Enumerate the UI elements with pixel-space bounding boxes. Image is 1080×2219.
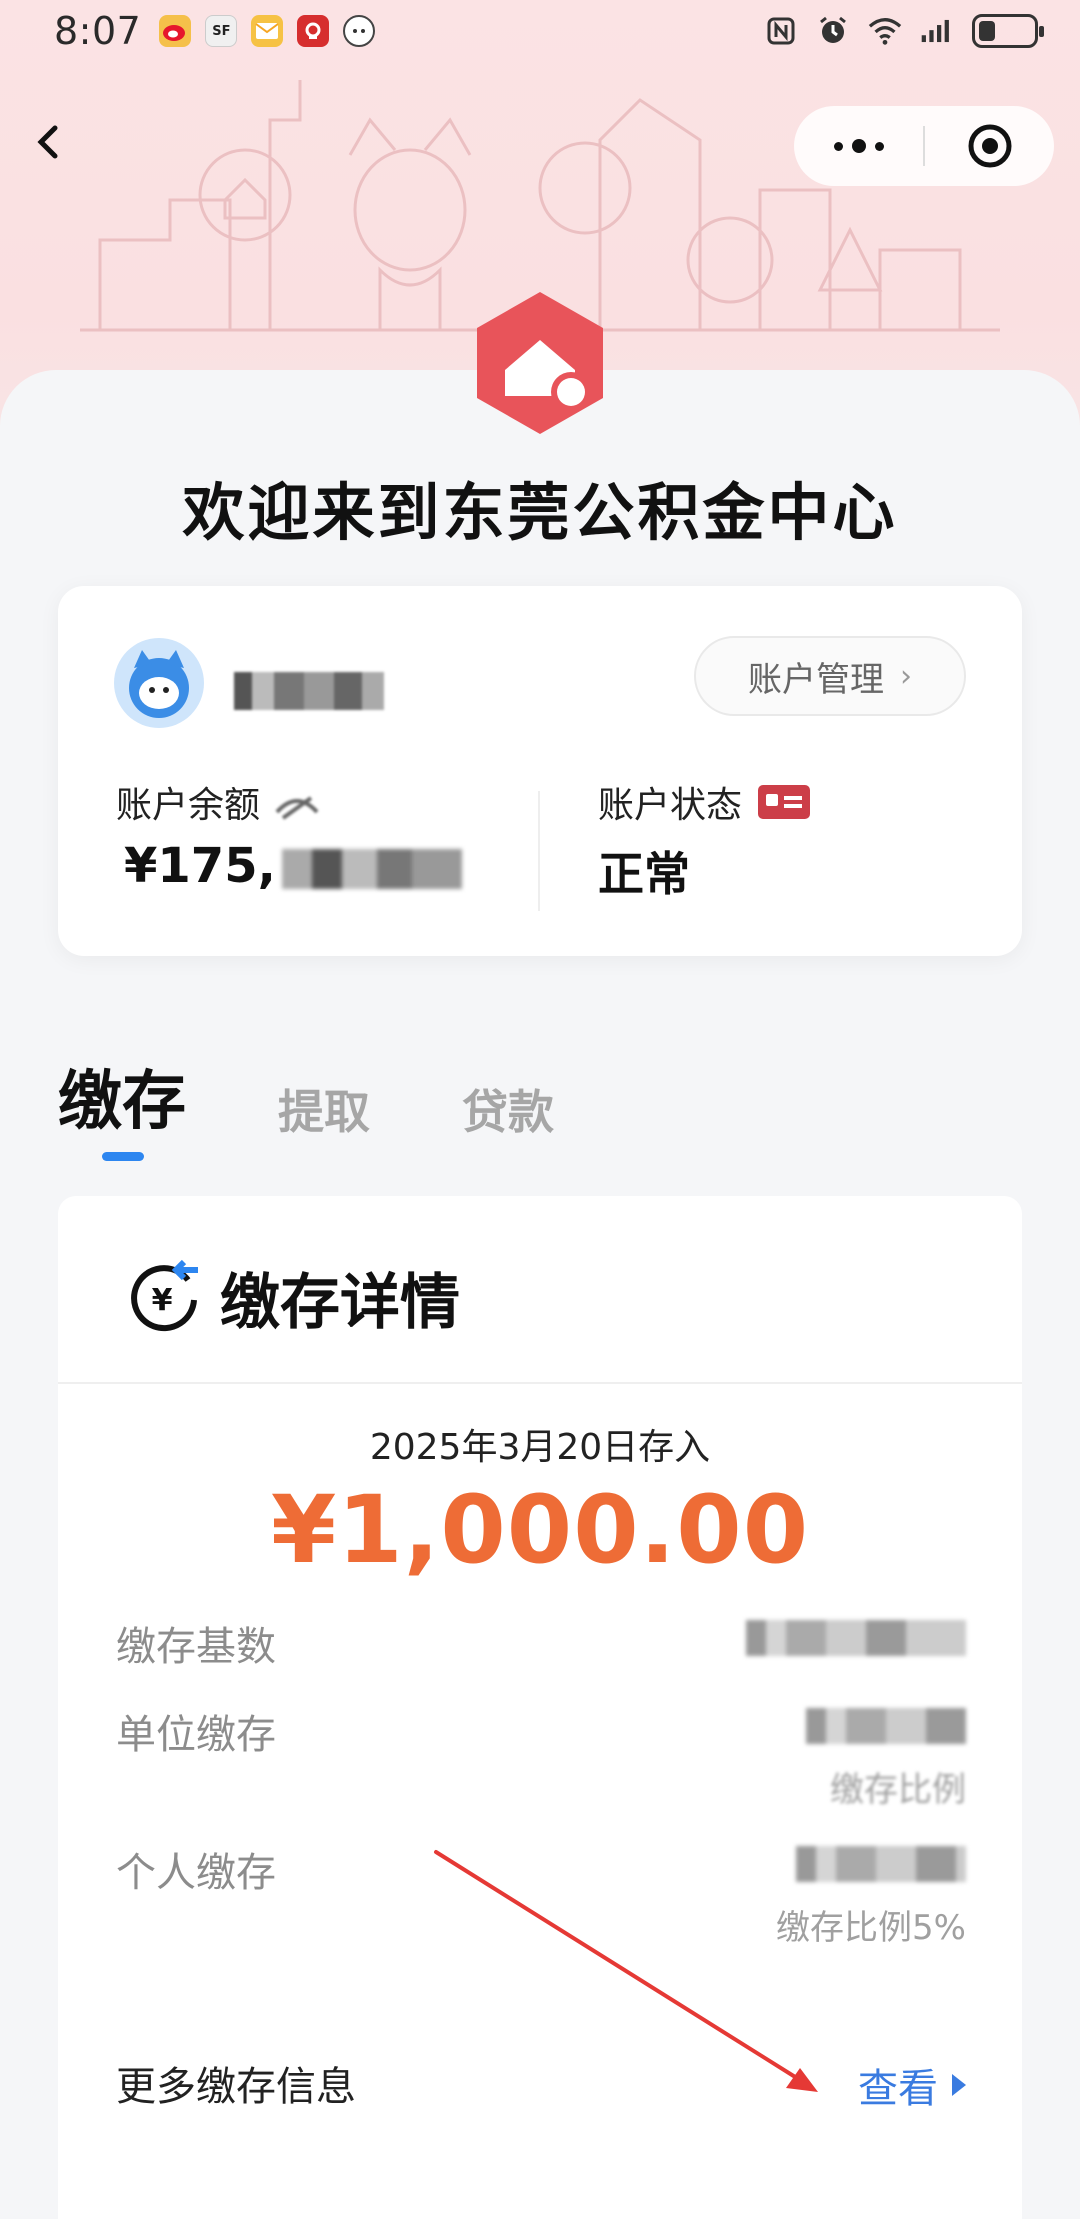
employer-deposit-label: 单位缴存 xyxy=(116,1712,276,1758)
balance-redacted xyxy=(281,849,462,889)
base-label: 缴存基数 xyxy=(116,1624,276,1670)
wifi-icon xyxy=(868,14,902,48)
more-info-label: 更多缴存信息 xyxy=(116,2064,356,2110)
balance-label: 账户余额 xyxy=(116,776,319,828)
back-button[interactable] xyxy=(18,112,78,172)
deposit-date: 2025年3月20日存入 xyxy=(369,1427,711,1468)
battery-icon xyxy=(972,14,1044,48)
employer-ratio: 缴存比例 xyxy=(830,1770,966,1810)
id-card-icon xyxy=(758,785,811,819)
status-label: 账户状态 xyxy=(598,776,811,828)
tab-indicator xyxy=(102,1152,144,1161)
user-name-redacted xyxy=(234,666,384,710)
avatar[interactable] xyxy=(114,638,204,728)
signal-icon xyxy=(920,14,954,48)
detail-title: 缴存详情 xyxy=(220,1268,460,1338)
employer-value-redacted xyxy=(806,1708,966,1744)
close-button[interactable] xyxy=(925,106,1054,186)
yen-refresh-icon: ¥ xyxy=(131,1259,198,1332)
account-manage-button[interactable]: 账户管理 › xyxy=(694,636,966,716)
account-card: 账户管理 › 账户余额 ¥175, 账户状态 正常 xyxy=(58,586,1022,956)
personal-ratio: 缴存比例5% xyxy=(776,1908,966,1948)
chevron-left-icon xyxy=(37,125,58,159)
balance-value: ¥175, xyxy=(124,838,462,894)
personal-value-redacted xyxy=(796,1846,966,1882)
more-dots-icon xyxy=(833,139,884,153)
tab-bar: 缴存 提取 贷款 xyxy=(58,1050,554,1142)
svg-text:¥: ¥ xyxy=(152,1283,173,1318)
status-value: 正常 xyxy=(598,847,690,901)
mail-icon xyxy=(251,15,284,47)
detail-header: ¥ 缴存详情 xyxy=(58,1196,1022,1384)
welcome-title: 欢迎来到东莞公积金中心 xyxy=(182,476,898,549)
deposit-detail-card: ¥ 缴存详情 2025年3月20日存入 ¥1,000.00 缴存基数 单位缴存 … xyxy=(58,1196,1022,2219)
status-time: 8:07 xyxy=(54,9,142,53)
tab-withdraw[interactable]: 提取 xyxy=(278,1076,370,1142)
more-button[interactable] xyxy=(794,106,923,186)
target-circle-icon xyxy=(968,124,1011,168)
base-value-redacted xyxy=(746,1620,966,1656)
eye-hidden-icon[interactable] xyxy=(275,792,319,822)
sf-express-icon: SF xyxy=(205,15,238,47)
tab-deposit[interactable]: 缴存 xyxy=(58,1050,186,1142)
view-more-link[interactable]: 查看 xyxy=(858,2056,966,2114)
app-red-icon xyxy=(297,15,330,47)
mini-program-capsule xyxy=(794,106,1054,186)
divider xyxy=(538,791,540,911)
account-manage-label: 账户管理 xyxy=(748,659,884,700)
tab-loan[interactable]: 贷款 xyxy=(462,1076,554,1142)
status-bar: 8:07 SF xyxy=(0,0,1080,62)
nfc-icon xyxy=(764,14,798,48)
deposit-amount: ¥1,000.00 xyxy=(270,1476,810,1585)
chevron-right-icon: › xyxy=(900,658,912,694)
weibo-icon xyxy=(159,15,192,47)
alarm-icon xyxy=(816,14,850,48)
fund-logo xyxy=(477,292,603,434)
personal-deposit-label: 个人缴存 xyxy=(116,1850,276,1896)
triangle-right-icon xyxy=(952,2074,966,2096)
baidu-netdisk-icon xyxy=(343,15,376,47)
